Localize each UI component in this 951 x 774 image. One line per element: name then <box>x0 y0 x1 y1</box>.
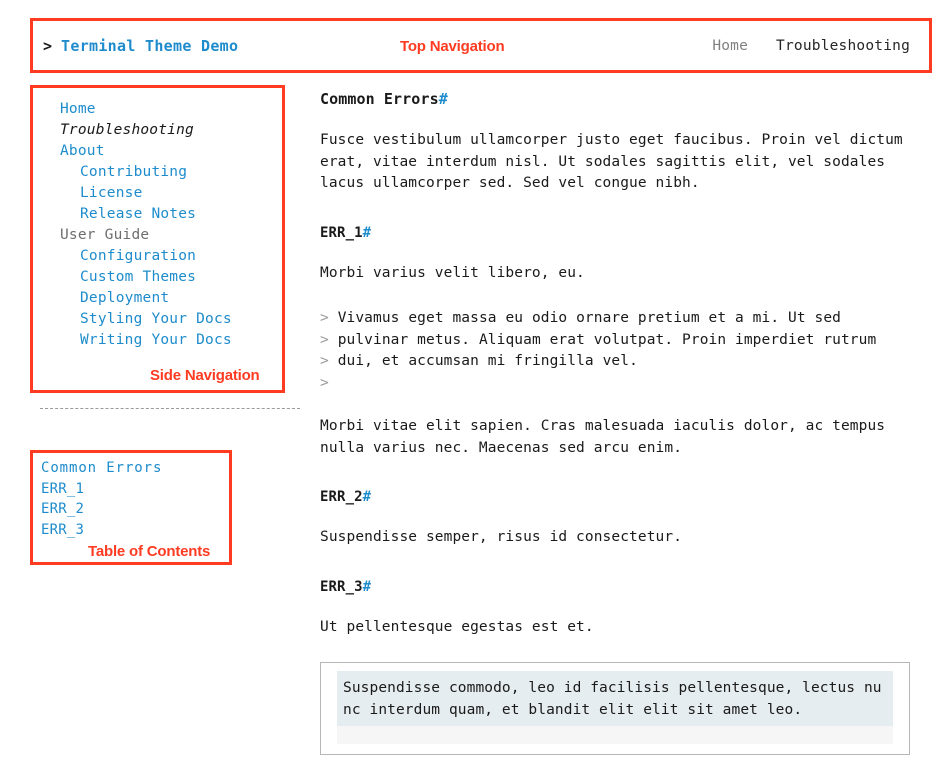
sidebar-item-home[interactable]: Home <box>30 99 285 120</box>
side-navigation: Home Troubleshooting About Contributing … <box>30 85 285 351</box>
blockquote-line: > dui, et accumsan mi fringilla vel. <box>320 351 910 373</box>
toc-item-err-3[interactable]: ERR_3 <box>41 520 232 541</box>
sidebar-item-deployment[interactable]: Deployment <box>30 288 285 309</box>
main-content: Common Errors# Fusce vestibulum ullamcor… <box>320 90 910 755</box>
paragraph-err-1: Morbi varius velit libero, eu. <box>320 264 585 281</box>
sidebar-item-release-notes[interactable]: Release Notes <box>30 204 285 225</box>
paragraph-err-3: Ut pellentesque egestas est et. <box>320 618 594 635</box>
anchor-link-icon[interactable]: # <box>363 579 372 595</box>
blockquote-line: > pulvinar metus. Aliquam erat volutpat.… <box>320 330 910 352</box>
code-block[interactable]: Suspendisse commodo, leo id facilisis pe… <box>320 662 910 755</box>
sidebar-item-custom-themes[interactable]: Custom Themes <box>30 267 285 288</box>
section-heading-err-2: ERR_2# <box>320 489 910 505</box>
section-heading-err-3: ERR_3# <box>320 579 910 595</box>
anchor-link-icon[interactable]: # <box>439 90 448 108</box>
sidebar-item-troubleshooting[interactable]: Troubleshooting <box>30 120 285 141</box>
annotation-label-side-navigation: Side Navigation <box>150 367 260 384</box>
sidebar-item-styling-your-docs[interactable]: Styling Your Docs <box>30 309 285 330</box>
toc-item-err-1[interactable]: ERR_1 <box>41 479 232 500</box>
brand[interactable]: > Terminal Theme Demo <box>43 37 238 55</box>
sidebar-divider <box>40 408 300 409</box>
page-heading: Common Errors# <box>320 90 910 108</box>
paragraph-after-quote: Morbi vitae elit sapien. Cras malesuada … <box>320 418 886 456</box>
quote-marker-icon: > <box>320 353 329 369</box>
code-line: Suspendisse commodo, leo id facilisis pe… <box>343 680 882 696</box>
code-block-trailer <box>337 726 893 744</box>
blockquote-line: > Vivamus eget massa eu odio ornare pret… <box>320 308 910 330</box>
sidebar-item-configuration[interactable]: Configuration <box>30 246 285 267</box>
section-heading-err-1-text: ERR_1 <box>320 224 363 241</box>
blockquote-line-text: Vivamus eget massa eu odio ornare pretiu… <box>337 310 841 326</box>
section-heading-err-1: ERR_1# <box>320 225 910 241</box>
top-nav-item-home[interactable]: Home <box>712 38 748 54</box>
anchor-link-icon[interactable]: # <box>363 225 372 241</box>
sidebar-item-license[interactable]: License <box>30 183 285 204</box>
top-nav-links: Home Troubleshooting <box>712 38 910 54</box>
blockquote-line-text: dui, et accumsan mi fringilla vel. <box>337 353 638 369</box>
intro-paragraph: Fusce vestibulum ullamcorper justo eget … <box>320 132 903 191</box>
page-heading-text: Common Errors <box>320 90 439 108</box>
prompt-caret-icon: > <box>43 36 53 55</box>
blockquote-line: > <box>320 373 910 395</box>
sidebar-item-writing-your-docs[interactable]: Writing Your Docs <box>30 330 285 351</box>
section-heading-err-2-text: ERR_2 <box>320 489 363 505</box>
paragraph-err-2: Suspendisse semper, risus id consectetur… <box>320 529 683 545</box>
annotation-label-table-of-contents: Table of Contents <box>88 543 211 560</box>
quote-marker-icon: > <box>320 374 329 391</box>
section-heading-err-3-text: ERR_3 <box>320 578 363 595</box>
blockquote: > Vivamus eget massa eu odio ornare pret… <box>320 308 910 394</box>
sidebar-section-user-guide: User Guide <box>60 227 150 243</box>
top-nav-item-troubleshooting[interactable]: Troubleshooting <box>776 38 910 54</box>
sidebar-item-about[interactable]: About <box>30 141 285 162</box>
quote-marker-icon: > <box>320 310 329 326</box>
toc-item-common-errors[interactable]: Common Errors <box>41 458 232 479</box>
anchor-link-icon[interactable]: # <box>363 489 372 505</box>
site-title[interactable]: Terminal Theme Demo <box>61 37 238 55</box>
blockquote-line-text: pulvinar metus. Aliquam erat volutpat. P… <box>337 331 877 348</box>
code-line: nc interdum quam, et blandit elit elit s… <box>343 702 803 718</box>
table-of-contents: Common Errors ERR_1 ERR_2 ERR_3 <box>30 450 232 540</box>
annotation-label-top-navigation: Top Navigation <box>400 38 505 55</box>
toc-item-err-2[interactable]: ERR_2 <box>41 499 232 520</box>
code-block-highlight: Suspendisse commodo, leo id facilisis pe… <box>337 671 893 726</box>
quote-marker-icon: > <box>320 331 329 348</box>
sidebar-item-contributing[interactable]: Contributing <box>30 162 285 183</box>
